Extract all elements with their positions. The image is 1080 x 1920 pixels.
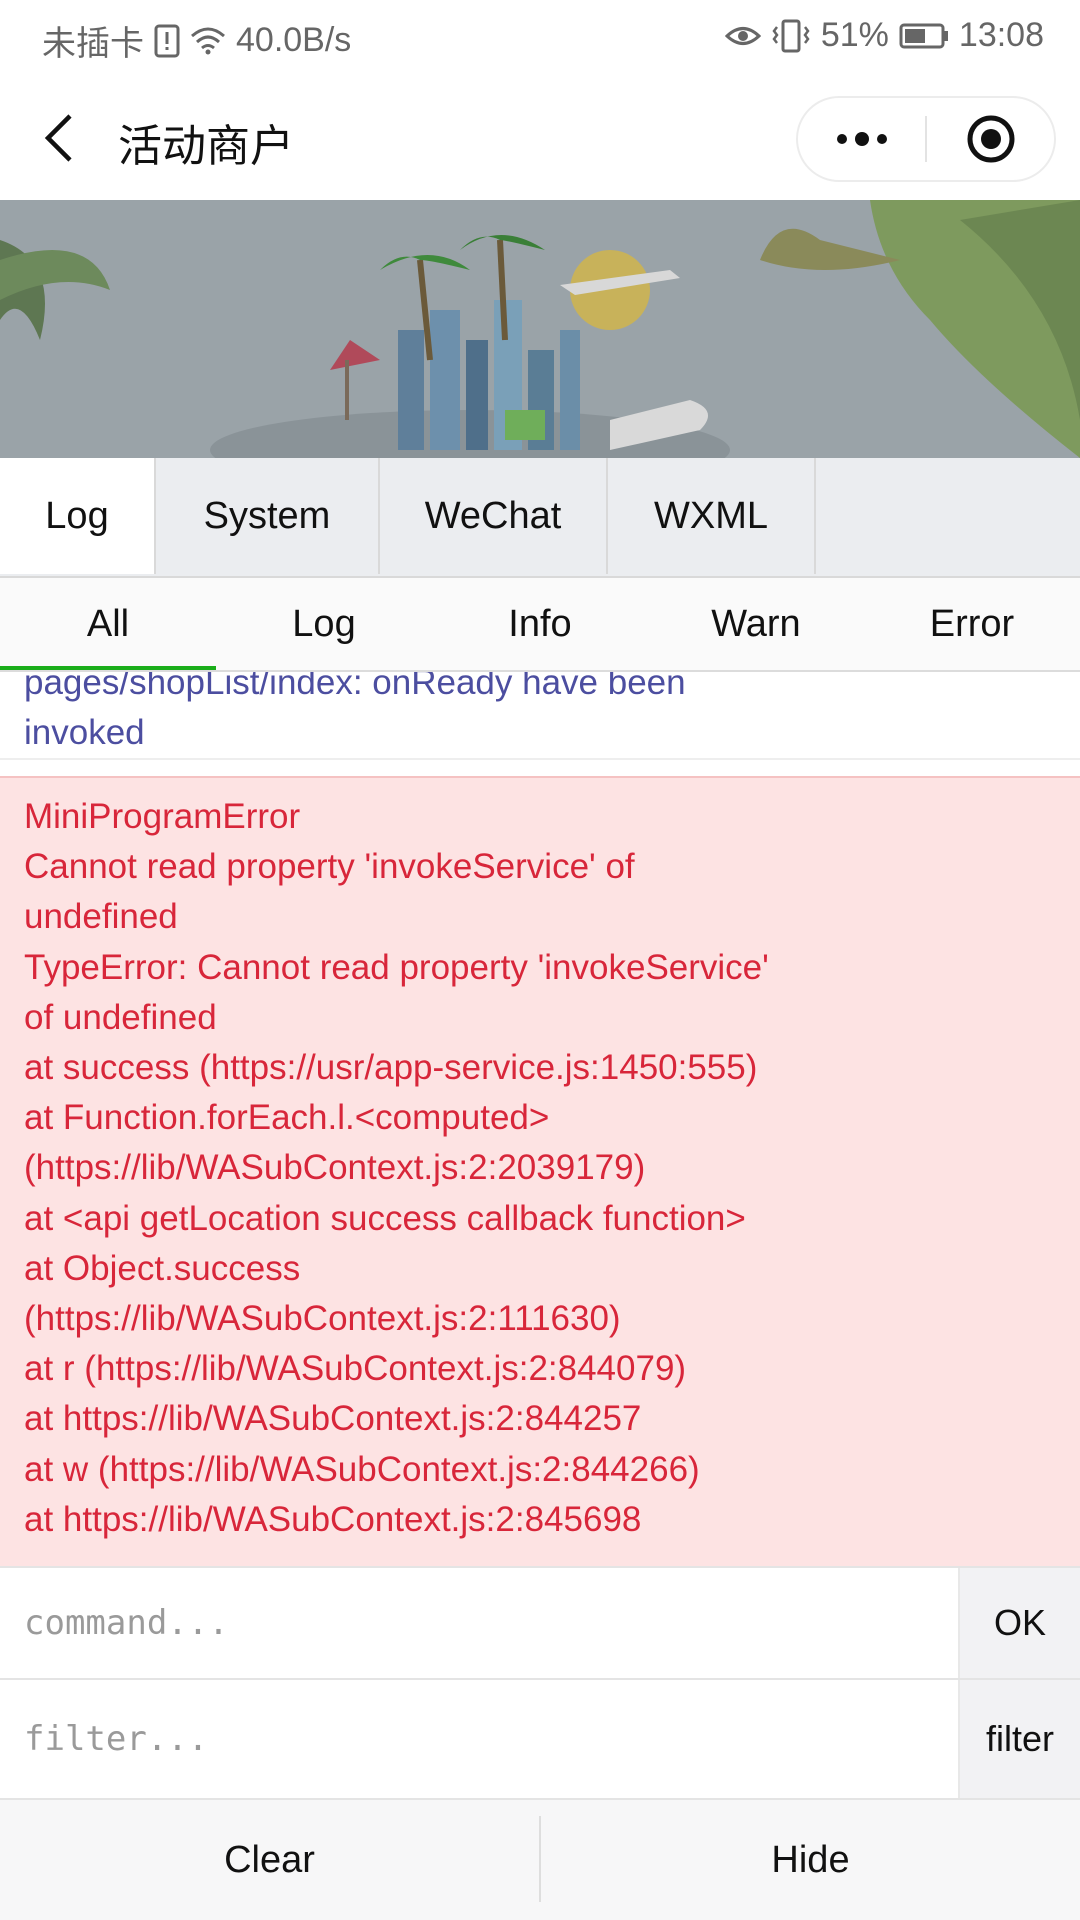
status-bar: 未插卡 40.0B/s 51% 13:08 — [0, 0, 1080, 76]
chevron-left-icon — [44, 114, 72, 162]
close-miniprogram-button[interactable] — [927, 98, 1054, 180]
error-line: at Function.forEach.l.<computed> — [24, 1098, 550, 1138]
wifi-icon — [190, 26, 226, 56]
error-line: (https://lib/WASubContext.js:2:2039179) — [24, 1148, 646, 1188]
command-input[interactable] — [0, 1568, 958, 1678]
error-line: of undefined — [24, 997, 217, 1037]
vconsole-tabbar: Log System WeChat WXML — [0, 458, 1080, 578]
error-line: at https://lib/WASubContext.js:2:844257 — [24, 1399, 642, 1439]
log-line: pages/shopList/index: onReady have been — [24, 672, 686, 702]
subtab-info[interactable]: Info — [432, 578, 648, 670]
battery-icon — [899, 22, 949, 50]
filter-button[interactable]: filter — [958, 1680, 1080, 1798]
battery-percent: 51% — [820, 16, 889, 54]
target-close-icon — [967, 115, 1014, 163]
tab-log[interactable]: Log — [0, 458, 156, 574]
error-line: at Object.success — [24, 1248, 301, 1288]
error-line: at success (https://usr/app-service.js:1… — [24, 1048, 758, 1088]
back-button[interactable] — [36, 108, 86, 168]
log-level-filter: All Log Info Warn Error — [0, 578, 1080, 672]
more-button[interactable] — [798, 98, 925, 180]
error-line: at r (https://lib/WASubContext.js:2:8440… — [24, 1349, 687, 1389]
filter-row: filter — [0, 1680, 1080, 1800]
clock-time: 13:08 — [958, 16, 1044, 54]
vibrate-icon — [771, 19, 811, 53]
tab-wxml[interactable]: WXML — [608, 458, 816, 574]
subtab-warn[interactable]: Warn — [648, 578, 864, 670]
network-speed: 40.0B/s — [236, 21, 352, 59]
clear-button[interactable]: Clear — [0, 1800, 539, 1920]
log-line: invoked — [24, 713, 145, 752]
page-title: 活动商户 — [118, 122, 294, 171]
ok-button[interactable]: OK — [958, 1568, 1080, 1678]
subtab-log[interactable]: Log — [216, 578, 432, 670]
error-line: MiniProgramError — [24, 797, 301, 836]
subtab-all[interactable]: All — [0, 578, 216, 670]
error-line: Cannot read property 'invokeService' of — [24, 847, 635, 887]
tab-system[interactable]: System — [156, 458, 380, 574]
subtab-error[interactable]: Error — [864, 578, 1080, 670]
eye-icon — [724, 23, 761, 49]
carrier-text: 未插卡 — [42, 25, 144, 63]
log-output[interactable]: pages/shopList/index: onReady have been … — [0, 672, 1080, 1566]
error-line: undefined — [24, 897, 178, 937]
sim-alert-icon — [154, 24, 180, 58]
more-dots-icon — [836, 132, 887, 146]
error-line: at <api getLocation success callback fun… — [24, 1198, 746, 1238]
mini-program-capsule — [796, 96, 1056, 182]
promo-banner-image — [0, 200, 1080, 458]
navigation-bar: 活动商户 — [0, 76, 1080, 200]
error-line: at https://lib/WASubContext.js:2:845698 — [24, 1499, 642, 1539]
vconsole-bottom-bar: Clear Hide — [0, 1800, 1080, 1920]
info-log-entry: pages/shopList/index: onReady have been … — [0, 672, 1080, 760]
hide-button[interactable]: Hide — [541, 1800, 1080, 1920]
command-row: OK — [0, 1566, 1080, 1680]
filter-input[interactable] — [0, 1680, 958, 1798]
error-line: TypeError: Cannot read property 'invokeS… — [24, 947, 769, 987]
tab-wechat[interactable]: WeChat — [380, 458, 608, 574]
error-line: (https://lib/WASubContext.js:2:111630) — [24, 1299, 621, 1339]
error-log-entry: MiniProgramError Cannot read property 'i… — [0, 776, 1080, 1566]
error-line: at w (https://lib/WASubContext.js:2:8442… — [24, 1449, 700, 1489]
